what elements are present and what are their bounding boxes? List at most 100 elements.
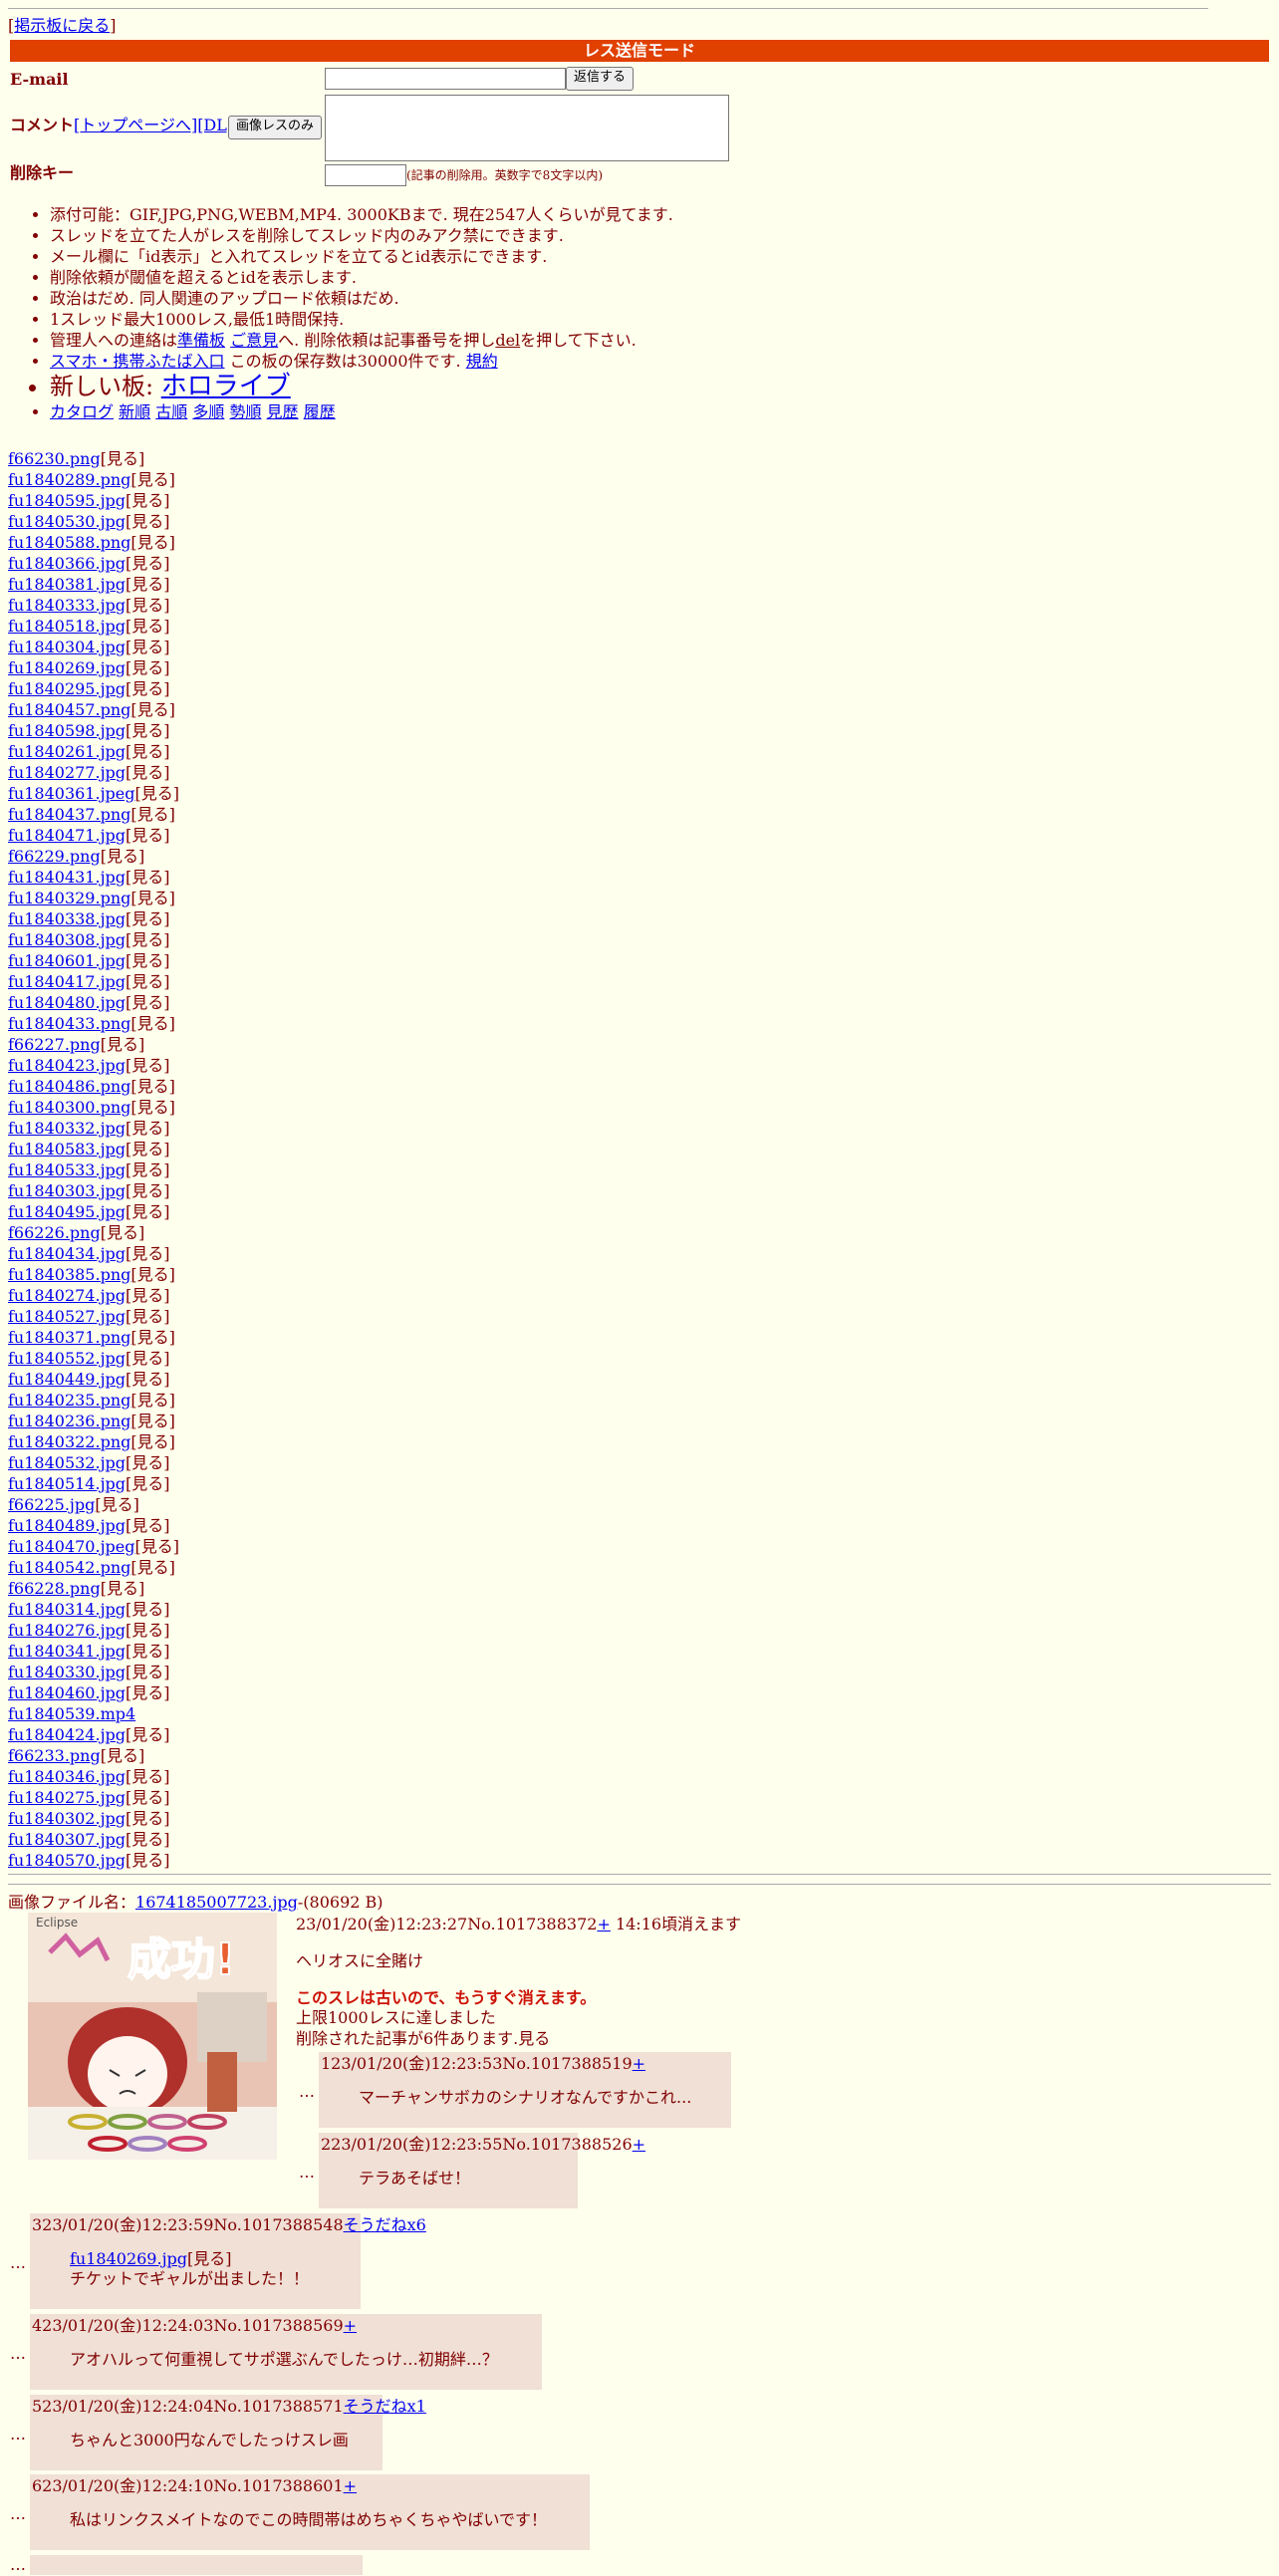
file-link[interactable]: fu1840275.jpg [8,1788,126,1807]
view-link[interactable]: [見る] [126,1683,170,1702]
op-plus-link[interactable]: + [597,1915,610,1933]
view-link[interactable]: [見る] [101,1746,145,1765]
file-link[interactable]: fu1840295.jpg [8,679,126,698]
view-link[interactable]: [見る] [126,1160,170,1179]
file-link[interactable]: fu1840289.png [8,470,130,489]
file-link[interactable]: f66229.png [8,847,101,866]
file-link[interactable]: fu1840308.jpg [8,930,126,949]
file-link[interactable]: fu1840322.png [8,1432,130,1451]
view-link[interactable]: [見る] [130,1265,175,1284]
file-link[interactable]: fu1840518.jpg [8,617,126,636]
file-link[interactable]: fu1840542.png [8,1558,130,1577]
view-link[interactable]: [見る] [126,491,170,510]
reply-plus-link[interactable]: + [344,2316,357,2335]
file-link[interactable]: fu1840532.jpg [8,1453,126,1472]
file-link[interactable]: fu1840417.jpg [8,972,126,991]
view-link[interactable]: [見る] [130,533,175,552]
file-link[interactable]: f66230.png [8,449,101,468]
file-link[interactable]: fu1840433.png [8,1014,130,1033]
view-link[interactable]: [見る] [126,1474,170,1493]
view-link[interactable]: [見る] [130,1391,175,1410]
view-link[interactable]: [見る] [187,2249,232,2268]
file-link[interactable]: fu1840269.jpg [8,658,126,677]
prep-board-link[interactable]: 準備板 [177,331,225,350]
view-link[interactable]: [見る] [126,1370,170,1389]
file-link[interactable]: fu1840338.jpg [8,909,126,928]
quoted-file-link[interactable]: fu1840269.jpg [70,2249,187,2268]
view-link[interactable]: [見る] [130,1412,175,1430]
file-link[interactable]: fu1840533.jpg [8,1160,126,1179]
file-link[interactable]: fu1840431.jpg [8,868,126,887]
sort-link[interactable]: 見歴 [267,402,299,421]
view-link[interactable]: [見る] [126,972,170,991]
view-link[interactable]: [見る] [126,596,170,615]
view-link[interactable]: [見る] [126,1516,170,1535]
file-link[interactable]: fu1840552.jpg [8,1349,126,1368]
delkey-input[interactable] [325,164,406,186]
view-link[interactable]: [見る] [126,930,170,949]
comment-textarea[interactable] [325,95,729,161]
view-link[interactable]: [見る] [126,1056,170,1075]
view-link[interactable]: [見る] [126,721,170,740]
file-link[interactable]: fu1840423.jpg [8,1056,126,1075]
file-link[interactable]: f66226.png [8,1223,101,1242]
file-link[interactable]: fu1840261.jpg [8,742,126,761]
view-link[interactable]: [見る] [126,1286,170,1305]
file-link[interactable]: fu1840480.jpg [8,993,126,1012]
view-link[interactable]: [見る] [126,1642,170,1661]
file-link[interactable]: fu1840302.jpg [8,1809,126,1828]
view-link[interactable]: [見る] [126,826,170,845]
file-link[interactable]: fu1840598.jpg [8,721,126,740]
view-link[interactable]: [見る] [101,1579,145,1598]
back-to-board-link[interactable]: 掲示板に戻る [14,16,110,35]
view-link[interactable]: [見る] [130,1432,175,1451]
file-link[interactable]: fu1840539.mp4 [8,1704,135,1723]
view-link[interactable]: [見る] [95,1495,139,1514]
file-link[interactable]: fu1840371.png [8,1328,130,1347]
view-link[interactable]: [見る] [126,1830,170,1849]
hololive-board-link[interactable]: ホロライブ [161,372,291,401]
file-link[interactable]: fu1840332.jpg [8,1119,126,1138]
view-link[interactable]: [見る] [126,554,170,573]
file-link[interactable]: fu1840330.jpg [8,1663,126,1681]
view-link[interactable]: [見る] [130,805,175,824]
view-link[interactable]: [見る] [126,1119,170,1138]
file-link[interactable]: fu1840277.jpg [8,763,126,782]
view-link[interactable]: [見る] [126,868,170,887]
view-link[interactable]: [見る] [126,1244,170,1263]
view-link[interactable]: [見る] [126,575,170,594]
view-link[interactable]: [見る] [101,1223,145,1242]
file-link[interactable]: fu1840307.jpg [8,1830,126,1849]
reply-plus-link[interactable]: + [344,2476,357,2495]
file-link[interactable]: fu1840385.png [8,1265,130,1284]
file-link[interactable]: fu1840236.png [8,1412,130,1430]
file-link[interactable]: fu1840471.jpg [8,826,126,845]
view-link[interactable]: [見る] [126,763,170,782]
file-link[interactable]: fu1840470.jpeg [8,1537,134,1556]
file-link[interactable]: fu1840361.jpeg [8,784,134,803]
op-file-link[interactable]: 1674185007723.jpg [135,1893,298,1912]
view-link[interactable]: [見る] [101,449,145,468]
submit-reply-button[interactable]: 返信する [566,67,634,91]
file-link[interactable]: fu1840333.jpg [8,596,126,615]
view-link[interactable]: [見る] [126,1202,170,1221]
file-link[interactable]: fu1840570.jpg [8,1851,126,1870]
file-link[interactable]: fu1840434.jpg [8,1244,126,1263]
view-link[interactable]: [見る] [130,1077,175,1096]
view-link[interactable]: [見る] [101,847,145,866]
view-link[interactable]: [見る] [126,1663,170,1681]
view-link[interactable]: [見る] [126,1453,170,1472]
view-link[interactable]: [見る] [130,470,175,489]
file-link[interactable]: fu1840489.jpg [8,1516,126,1535]
file-link[interactable]: fu1840300.png [8,1098,130,1117]
view-link[interactable]: [見る] [126,993,170,1012]
view-link[interactable]: [見る] [130,1558,175,1577]
view-link[interactable]: [見る] [126,742,170,761]
view-link[interactable]: [見る] [126,1725,170,1744]
opinion-link[interactable]: ご意見 [230,331,278,350]
view-link[interactable]: [見る] [130,1328,175,1347]
file-link[interactable]: f66227.png [8,1035,101,1054]
reply-plus-link[interactable]: + [633,2135,645,2154]
file-link[interactable]: f66233.png [8,1746,101,1765]
file-link[interactable]: fu1840424.jpg [8,1725,126,1744]
